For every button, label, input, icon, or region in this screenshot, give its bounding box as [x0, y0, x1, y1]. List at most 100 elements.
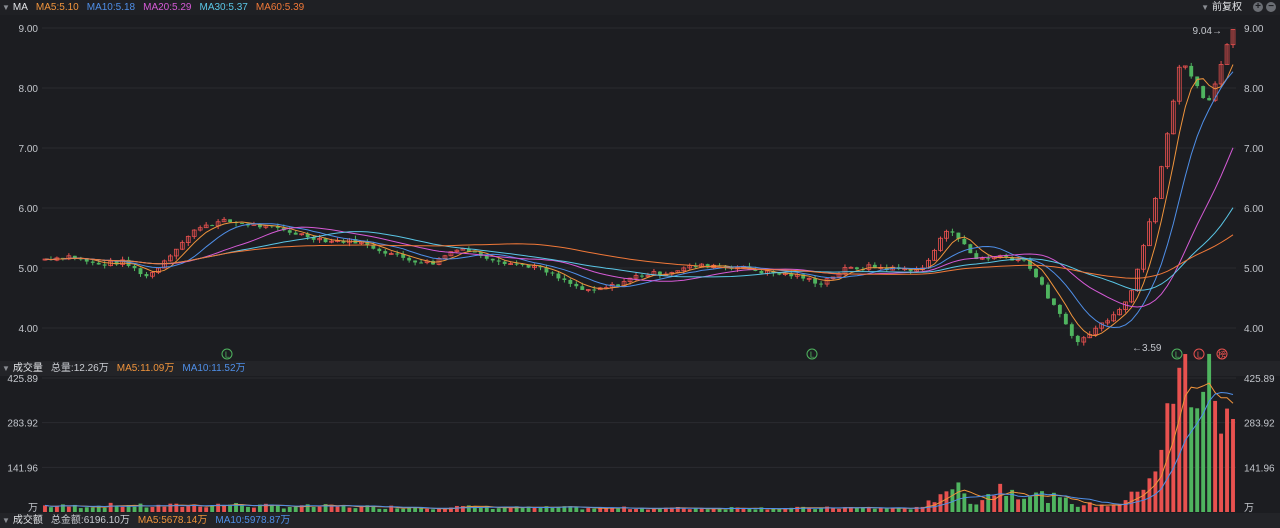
- volume-ma5-line: [44, 382, 1234, 510]
- volume-bar: [186, 505, 191, 512]
- price-tick-left: 5.00: [19, 264, 39, 275]
- volume-bar: [335, 506, 340, 512]
- candle-body: [144, 274, 149, 277]
- volume-bar: [723, 509, 728, 512]
- volume-bar: [251, 507, 256, 512]
- chart-grid: [42, 27, 1236, 468]
- marker-label: 榜: [1218, 350, 1226, 360]
- volume-bar: [747, 508, 752, 512]
- volume-bar: [419, 508, 424, 512]
- volume-bar: [1183, 354, 1188, 512]
- volume-bar: [765, 509, 770, 512]
- volume-bar: [437, 508, 441, 512]
- volume-bar: [902, 508, 907, 512]
- volume-bar: [986, 494, 991, 512]
- volume-tick-right: 425.89: [1244, 374, 1275, 385]
- volume-bar: [872, 508, 877, 512]
- volume-bar: [520, 508, 525, 512]
- volume-bar: [574, 506, 579, 512]
- candle-body: [962, 238, 967, 245]
- volume-bar: [771, 508, 776, 512]
- price-tick-right: 4.00: [1244, 324, 1264, 335]
- candlestick-chart[interactable]: 9.00 9.00 8.00 8.00 7.00 7.00 6.00 6.00 5.00 5.00…: [0, 0, 1280, 528]
- volume-bar: [878, 508, 883, 512]
- volume-bar: [729, 507, 734, 512]
- candle-body: [986, 258, 991, 260]
- volume-bar: [831, 508, 835, 512]
- volume-bar: [204, 507, 209, 512]
- price-tick-right: 9.00: [1244, 24, 1264, 35]
- volume-bar: [54, 505, 59, 512]
- volume-bar: [431, 509, 435, 512]
- volume-bar: [813, 509, 818, 512]
- ma5-line: [44, 64, 1234, 337]
- candle-body: [1063, 313, 1068, 325]
- volume-bar: [275, 505, 280, 512]
- candle-body: [395, 253, 400, 255]
- volume-bar: [144, 507, 149, 512]
- volume-bar: [1123, 500, 1128, 512]
- volume-bar: [681, 508, 686, 512]
- volume-bar: [980, 500, 985, 512]
- volume-bar: [586, 508, 591, 512]
- ma-lines: [44, 64, 1234, 510]
- candle-body: [640, 275, 644, 277]
- volume-bar: [132, 506, 137, 512]
- volume-bar: [592, 508, 597, 512]
- volume-bar: [508, 508, 513, 512]
- volume-bar: [198, 506, 203, 512]
- marker-label: L: [225, 351, 230, 360]
- price-tick-left: 6.00: [19, 204, 39, 215]
- candle-body: [1075, 335, 1080, 343]
- volume-bar: [1105, 506, 1110, 512]
- volume-bar: [741, 509, 746, 512]
- volume-bar: [956, 482, 961, 512]
- volume-bar: [866, 507, 871, 512]
- low-annotation: ←3.59: [1132, 343, 1162, 354]
- volume-bar: [496, 508, 501, 512]
- volume-bar: [1111, 504, 1116, 512]
- volume-ma10-line: [44, 391, 1234, 510]
- volume-bar: [693, 508, 698, 512]
- volume-bar: [78, 508, 83, 512]
- volume-bar: [383, 508, 388, 512]
- volume-unit-left: 万: [28, 503, 38, 514]
- volume-bar: [246, 506, 250, 512]
- candle-body: [228, 219, 232, 223]
- volume-bar: [395, 508, 400, 512]
- candle-body: [484, 255, 489, 259]
- ma20-line: [44, 147, 1234, 308]
- candle-body: [550, 272, 555, 274]
- axis-labels: 9.00 9.00 8.00 8.00 7.00 7.00 6.00 6.00 5.00 5.00…: [7, 24, 1275, 514]
- marker-label: L: [1175, 351, 1180, 360]
- candle-body: [1201, 86, 1206, 98]
- volume-bar: [711, 508, 716, 512]
- volume-bar: [1016, 499, 1021, 512]
- candle-body: [102, 264, 107, 266]
- candle-body: [1189, 65, 1194, 77]
- candle-body: [574, 283, 579, 287]
- volume-bar: [287, 506, 292, 512]
- volume-tick-left: 141.96: [7, 463, 38, 474]
- volume-bar: [968, 503, 973, 512]
- volume-bar: [1177, 367, 1182, 512]
- candle-body: [210, 225, 215, 227]
- volume-bar: [580, 509, 585, 512]
- volume-bar: [616, 508, 621, 512]
- candle-body: [502, 261, 507, 265]
- volume-bar: [138, 503, 143, 512]
- candle-body: [556, 273, 561, 279]
- ma60-line: [44, 234, 1234, 279]
- candle-body: [580, 286, 585, 290]
- candle-body: [293, 232, 298, 235]
- volume-bar: [425, 508, 430, 512]
- volume-bar: [705, 509, 710, 512]
- ma10-line: [44, 71, 1234, 329]
- volume-bar: [1213, 400, 1218, 512]
- volume-bar: [944, 491, 949, 512]
- volume-bar: [120, 506, 125, 512]
- candles: [42, 29, 1236, 346]
- volume-bar: [168, 503, 173, 512]
- volume-bar: [1219, 433, 1224, 512]
- volume-bar: [998, 483, 1003, 512]
